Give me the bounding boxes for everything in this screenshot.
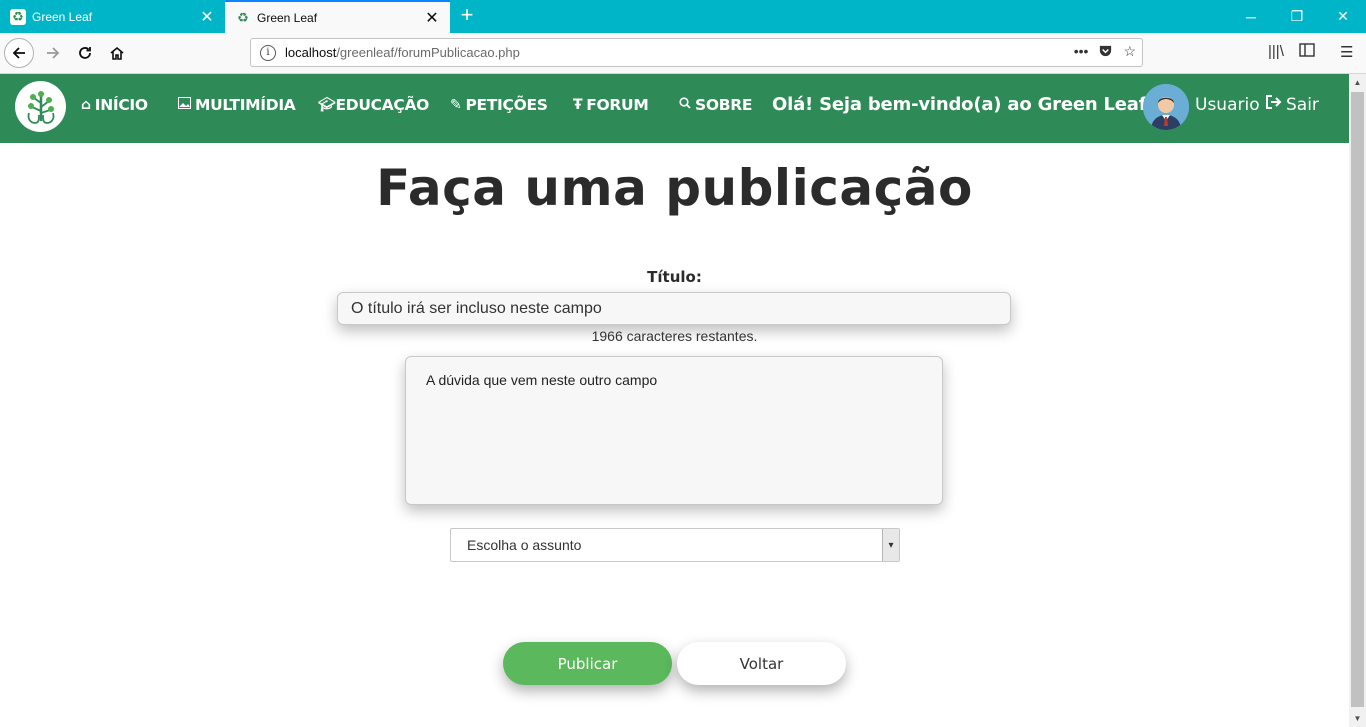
close-tab-icon[interactable]: ✕ xyxy=(195,7,219,27)
new-tab-icon[interactable]: + xyxy=(455,4,479,28)
nav-item-educacao[interactable]: 🎓︎ EDUCAÇÃO xyxy=(318,96,429,114)
subject-select[interactable]: Escolha o assunto ▾ xyxy=(450,528,900,562)
url-path: /greenleaf/forumPublicacao.php xyxy=(336,45,520,60)
info-icon[interactable]: i xyxy=(260,44,276,61)
nav-item-inicio[interactable]: ⌂ INÍCIO xyxy=(81,96,148,114)
nav-label: SOBRE xyxy=(695,96,753,114)
green-leaf-logo[interactable] xyxy=(15,81,66,132)
question-textarea[interactable]: A dúvida que vem neste outro campo xyxy=(405,356,943,505)
forward-arrow-icon[interactable] xyxy=(38,38,68,68)
minimize-icon[interactable]: ─ xyxy=(1228,0,1274,33)
bookmark-star-icon[interactable]: ☆ xyxy=(1123,43,1136,61)
back-button[interactable]: Voltar xyxy=(677,642,846,685)
username[interactable]: Usuario xyxy=(1195,95,1260,115)
graduation-cap-icon: 🎓︎ xyxy=(318,97,336,113)
title-input[interactable] xyxy=(337,292,1011,325)
logout-label: Sair xyxy=(1286,94,1319,115)
recycle-icon: ♻ xyxy=(10,8,26,25)
logout-link[interactable]: Sair xyxy=(1265,94,1319,115)
nav-item-multimidia[interactable]: MULTIMÍDIA xyxy=(178,96,296,114)
restore-icon[interactable]: ❐ xyxy=(1274,0,1320,33)
welcome-message: Olá! Seja bem-vindo(a) ao Green Leaf , xyxy=(772,94,1160,115)
scroll-up-arrow-icon[interactable]: ▲ xyxy=(1349,74,1366,91)
nav-label: FORUM xyxy=(586,96,649,114)
nav-item-peticoes[interactable]: ✎ PETIÇÕES xyxy=(450,96,548,114)
subject-selected-value: Escolha o assunto xyxy=(467,537,582,553)
pocket-icon[interactable] xyxy=(1098,43,1113,61)
menu-hamburger-icon[interactable]: ☰ xyxy=(1340,43,1353,61)
scroll-down-arrow-icon[interactable]: ▼ xyxy=(1349,710,1366,727)
site-navigation: ⌂ INÍCIO MULTIMÍDIA 🎓︎ EDUCAÇÃO ✎ PETIÇÕ… xyxy=(0,74,1349,143)
browser-tab-active[interactable]: ♻ Green Leaf ✕ xyxy=(225,0,450,33)
image-icon xyxy=(178,97,191,113)
tab-title: Green Leaf xyxy=(32,9,93,24)
chevron-down-icon[interactable]: ▾ xyxy=(882,529,899,561)
browser-tab[interactable]: ♻ Green Leaf ✕ xyxy=(0,0,225,33)
text-icon: Ŧ xyxy=(573,97,583,113)
page-title: Faça uma publicação xyxy=(376,159,973,217)
pencil-icon: ✎ xyxy=(450,97,462,113)
publish-button[interactable]: Publicar xyxy=(503,642,672,685)
nav-label: MULTIMÍDIA xyxy=(195,96,296,114)
page-viewport: ⌂ INÍCIO MULTIMÍDIA 🎓︎ EDUCAÇÃO ✎ PETIÇÕ… xyxy=(0,74,1349,727)
window-close-icon[interactable]: ✕ xyxy=(1320,0,1366,33)
nav-item-sobre[interactable]: SOBRE xyxy=(679,96,752,114)
nav-label: PETIÇÕES xyxy=(465,96,548,114)
nav-label: EDUCAÇÃO xyxy=(335,96,430,114)
address-bar[interactable]: i localhost /greenleaf/forumPublicacao.p… xyxy=(250,38,1143,67)
library-icon[interactable]: |||\ xyxy=(1268,43,1284,60)
search-icon xyxy=(679,97,691,113)
scrollbar-thumb[interactable] xyxy=(1351,92,1364,707)
vertical-scrollbar[interactable]: ▲ ▼ xyxy=(1349,74,1366,727)
recycle-icon: ♻ xyxy=(237,9,249,25)
avatar[interactable] xyxy=(1143,84,1189,130)
close-tab-icon[interactable]: ✕ xyxy=(420,8,444,28)
back-arrow-icon[interactable] xyxy=(4,38,34,68)
url-host: localhost xyxy=(285,45,337,60)
sign-out-icon xyxy=(1265,94,1282,115)
home-icon: ⌂ xyxy=(81,97,91,113)
browser-tab-bar: ♻ Green Leaf ✕ ♻ Green Leaf ✕ + ─ ❐ ✕ xyxy=(0,0,1366,33)
nav-item-forum[interactable]: Ŧ FORUM xyxy=(573,96,649,114)
home-icon[interactable] xyxy=(102,38,132,68)
page-actions-icon[interactable]: ••• xyxy=(1074,43,1089,61)
sidebar-icon[interactable] xyxy=(1299,43,1315,61)
title-label: Título: xyxy=(647,268,702,286)
browser-toolbar: i localhost /greenleaf/forumPublicacao.p… xyxy=(0,33,1366,74)
tab-title: Green Leaf xyxy=(257,10,318,25)
nav-label: INÍCIO xyxy=(94,96,148,114)
reload-icon[interactable] xyxy=(70,38,100,68)
char-count: 1966 caracteres restantes. xyxy=(591,328,758,344)
